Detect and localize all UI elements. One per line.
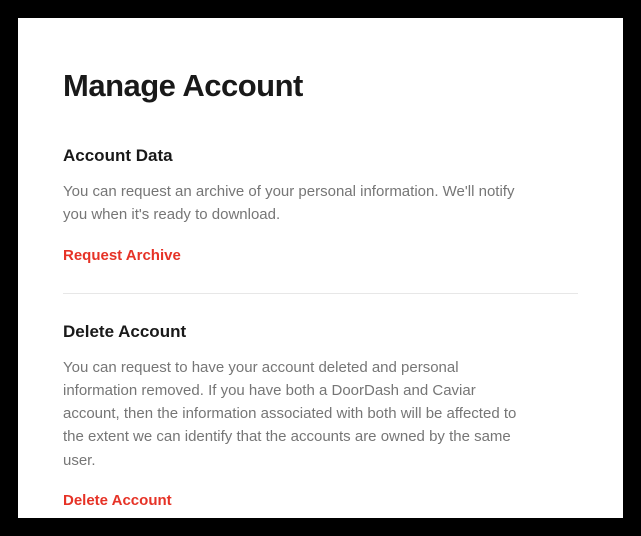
account-data-section: Account Data You can request an archive … [63,146,578,294]
account-data-title: Account Data [63,146,578,166]
account-data-description: You can request an archive of your perso… [63,180,533,227]
delete-account-button[interactable]: Delete Account [63,492,172,509]
delete-account-title: Delete Account [63,322,578,342]
request-archive-button[interactable]: Request Archive [63,247,181,264]
manage-account-card: Manage Account Account Data You can requ… [18,18,623,518]
page-title: Manage Account [63,68,578,104]
delete-account-section: Delete Account You can request to have y… [63,322,578,510]
delete-account-description: You can request to have your account del… [63,356,533,472]
